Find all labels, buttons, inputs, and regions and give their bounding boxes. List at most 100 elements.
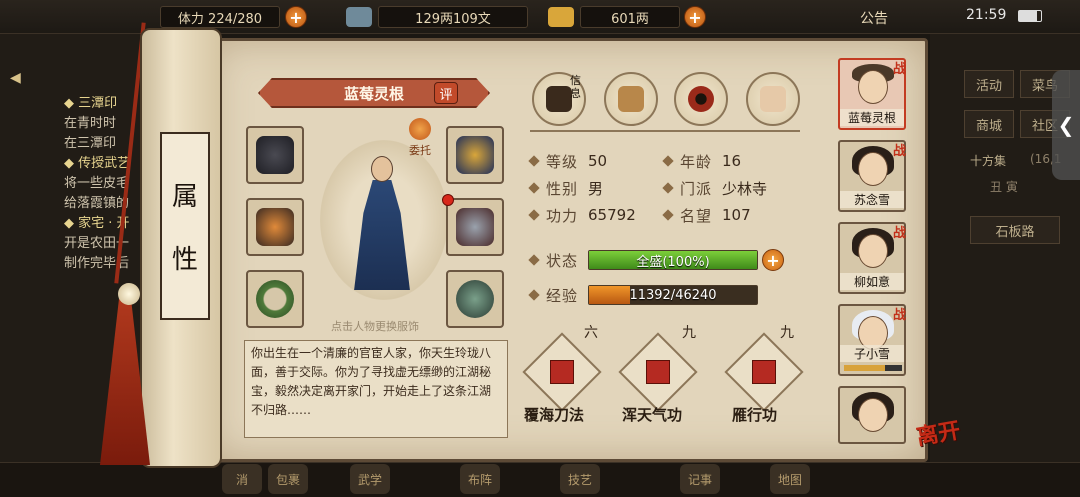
change-outfit-hint: 点击人物更换服饰: [331, 320, 419, 333]
stat-value: 男: [588, 179, 604, 198]
skill-level: 六: [584, 325, 598, 341]
stat-value: 65792: [588, 206, 636, 224]
add-stamina-button[interactable]: +: [285, 6, 307, 28]
stat-fame: 名望 107: [662, 204, 751, 226]
restore-state-button[interactable]: +: [762, 249, 784, 271]
review-button[interactable]: 评: [434, 82, 458, 104]
stat-level: 等级 50: [528, 150, 608, 172]
notice-button[interactable]: 公告: [860, 8, 888, 28]
stamina-display: 体力 224/280: [160, 6, 280, 28]
portrait-face: [858, 152, 888, 186]
stat-label: 状态: [546, 251, 579, 270]
collar-icon: [456, 136, 494, 174]
party-member-name: 蓝莓灵根: [840, 109, 904, 126]
member-hp-bar: [844, 365, 902, 371]
fish-pendant-icon: [456, 280, 494, 318]
party-member-2[interactable]: 战 苏念雪: [838, 140, 906, 212]
quest-line: 制作完毕后: [64, 256, 130, 271]
stat-label: 名望: [680, 206, 713, 225]
claw-weapon-icon: [256, 208, 294, 246]
bottom-icon-bag[interactable]: 包裹: [268, 464, 308, 494]
stat-age: 年龄 16: [662, 150, 741, 172]
battle-badge: 战: [892, 226, 906, 241]
ring-icon: [256, 280, 294, 318]
stat-sect: 门派 少林寺: [662, 177, 767, 199]
skill-book-icon: [646, 360, 670, 384]
quest-title: ◆ 传授武艺: [64, 156, 131, 171]
tassel-bead: [118, 283, 140, 305]
stat-label: 功力: [546, 206, 579, 225]
stat-label: 年龄: [680, 152, 713, 171]
skill-level: 九: [780, 325, 794, 341]
body-meridian-icon: [760, 86, 786, 112]
character-head: [371, 156, 393, 182]
silver-icon: [346, 7, 372, 27]
character-bio: 你出生在一个清廉的官宦人家，你天生玲珑八面，善于交际。你为了寻找虚无缥缈的江湖秘…: [244, 340, 508, 438]
equip-slot-weapon[interactable]: [246, 198, 304, 256]
stat-label: 门派: [680, 179, 713, 198]
state-bar: 全盛(100%): [588, 250, 758, 270]
bottom-icon-formation[interactable]: 布阵: [460, 464, 500, 494]
side-drawer-handle[interactable]: ❮: [1052, 70, 1080, 180]
gold-icon: [548, 7, 574, 27]
silver-display: 129两109文: [378, 6, 528, 28]
stat-gender: 性别男: [528, 177, 604, 199]
portrait-face: [858, 398, 888, 432]
gold-display: 601两: [580, 6, 680, 28]
tab-inventory[interactable]: [604, 72, 658, 126]
scroll-side-label: 属 性: [160, 132, 210, 320]
collapse-arrow-icon[interactable]: ◀: [10, 70, 30, 88]
party-member-4[interactable]: 战 子小雪: [838, 304, 906, 376]
stat-label: 等级: [546, 152, 579, 171]
red-dot-badge: [442, 194, 454, 206]
party-member-name: 苏念雪: [840, 191, 904, 208]
bottom-icon-map[interactable]: 地图: [770, 464, 810, 494]
state-value: 全盛(100%): [636, 254, 710, 270]
quest-line: 给落霞镇的: [64, 196, 130, 211]
side-label-char: 性: [171, 245, 198, 275]
activity-button[interactable]: 活动: [964, 70, 1014, 98]
clock: 21:59: [966, 7, 1007, 23]
side-label-char: 属: [171, 182, 198, 212]
portrait-face: [858, 234, 888, 268]
skill-book-icon: [752, 360, 776, 384]
quest-line: 将一些皮毛: [64, 176, 130, 191]
road-location[interactable]: 石板路: [970, 216, 1060, 244]
gloves-icon: [256, 136, 294, 174]
bagua-icon: [688, 86, 714, 112]
tab-meridian[interactable]: [746, 72, 800, 126]
skill-name: 雁行功: [732, 406, 778, 424]
armor-icon: [456, 208, 494, 246]
equip-slot-armor[interactable]: [446, 198, 504, 256]
battle-badge: 战: [892, 308, 906, 323]
equip-slot-gloves[interactable]: [246, 126, 304, 184]
tab-divider: [530, 130, 800, 132]
bottom-icon-martial[interactable]: 武学: [350, 464, 390, 494]
party-member-3[interactable]: 战 柳如意: [838, 222, 906, 294]
battle-badge: 战: [892, 144, 906, 159]
shop-button[interactable]: 商城: [964, 110, 1014, 138]
portrait-face: [858, 70, 888, 104]
stat-value: 107: [722, 206, 751, 224]
party-member-5[interactable]: [838, 386, 906, 444]
quest-title: ◆ 家宅 · 开: [64, 216, 130, 231]
bottom-icon-1[interactable]: 消: [222, 464, 262, 494]
party-member-1[interactable]: 战 蓝莓灵根: [838, 58, 906, 130]
skill-book-icon: [550, 360, 574, 384]
bottom-icon-journal[interactable]: 记事: [680, 464, 720, 494]
entrust-icon[interactable]: [409, 118, 431, 140]
skill-name: 浑天气功: [622, 406, 683, 424]
add-gold-button[interactable]: +: [684, 6, 706, 28]
stat-value: 50: [588, 152, 608, 170]
party-member-name: 子小雪: [840, 345, 904, 362]
hat-icon: [546, 86, 572, 112]
skill-name: 覆海刀法: [524, 406, 585, 424]
quest-line: 开是农田一: [64, 236, 130, 251]
stat-state: 状态: [528, 249, 588, 271]
stat-exp: 经验: [528, 284, 588, 306]
party-member-name: 柳如意: [840, 273, 904, 290]
tab-bagua[interactable]: [674, 72, 728, 126]
bottom-icon-craft[interactable]: 技艺: [560, 464, 600, 494]
equip-slot-collar[interactable]: [446, 126, 504, 184]
skill-level: 九: [682, 325, 696, 341]
